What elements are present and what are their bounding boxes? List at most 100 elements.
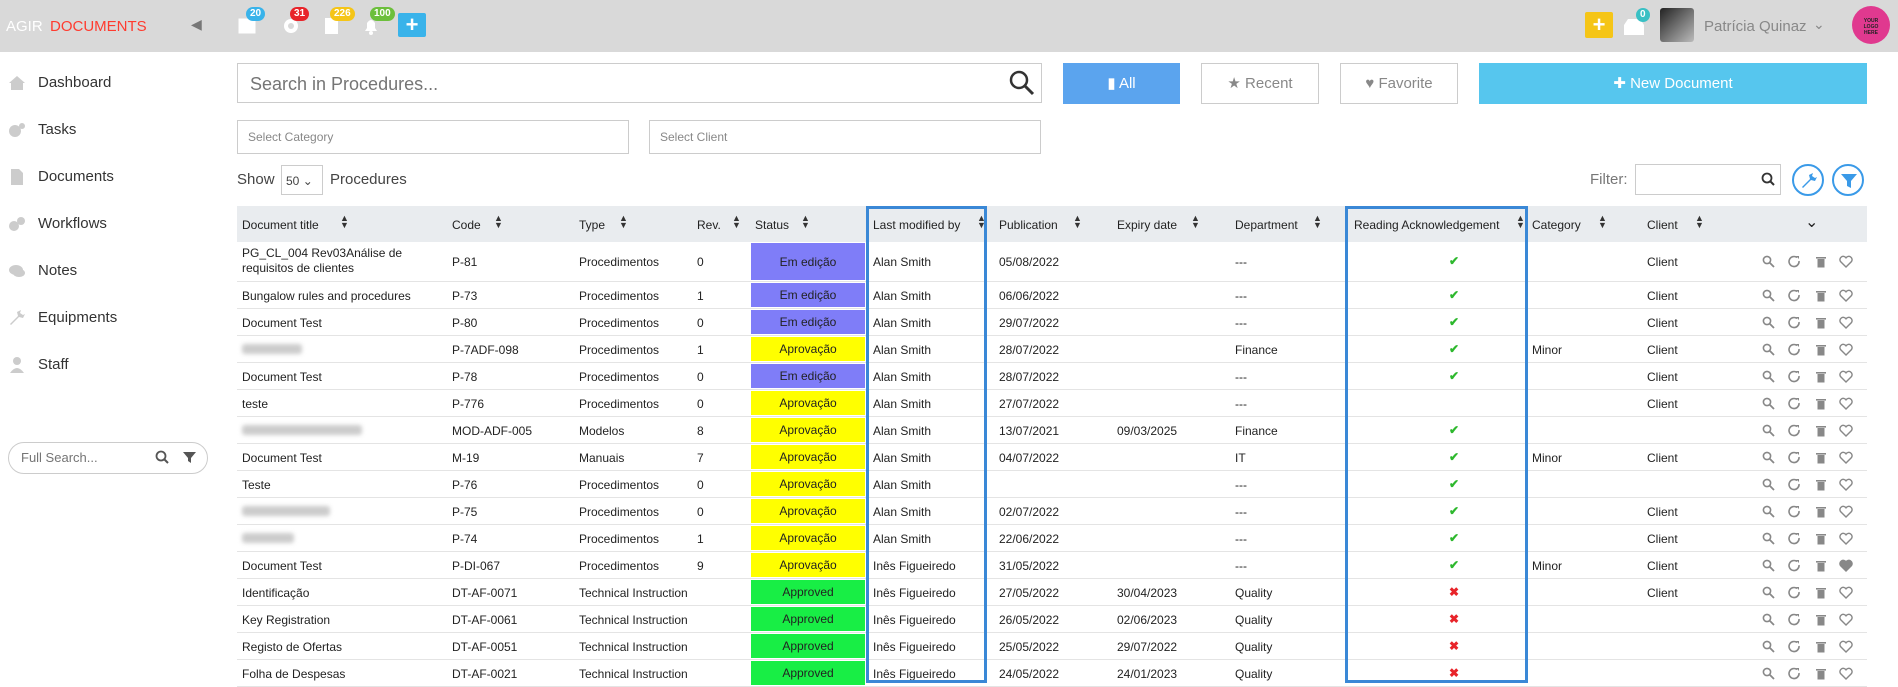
view-icon[interactable] <box>1762 289 1775 302</box>
trash-icon[interactable] <box>1815 370 1827 383</box>
table-row[interactable]: P-7ADF-098 Procedimentos 1 Alan Smith 28/07/… <box>237 336 1867 363</box>
cell-document-title[interactable]: Registo de Ofertas <box>242 640 417 655</box>
sidebar-item-documents[interactable]: Documents <box>0 162 210 192</box>
trash-icon[interactable] <box>1815 613 1827 626</box>
cell-document-title[interactable]: Document Test <box>242 316 417 331</box>
new-document-button[interactable]: ✚ New Document <box>1479 63 1867 104</box>
refresh-icon[interactable] <box>1788 532 1801 545</box>
cell-document-title[interactable] <box>242 424 417 439</box>
category-select[interactable]: Select Category <box>237 120 629 154</box>
cell-document-title[interactable]: Folha de Despesas <box>242 667 417 682</box>
refresh-icon[interactable] <box>1788 424 1801 437</box>
header-last-modified-by[interactable]: Last modified by ▲ ▼ <box>873 214 986 233</box>
table-row[interactable]: teste P-776 Procedimentos 0 Alan Smith 27/07/… <box>237 390 1867 417</box>
favorite-heart-icon[interactable] <box>1839 289 1853 302</box>
favorite-heart-icon[interactable] <box>1839 559 1853 572</box>
search-icon[interactable] <box>155 450 169 464</box>
table-row[interactable]: Bungalow rules and procedures P-73 Procedi… <box>237 282 1867 309</box>
refresh-icon[interactable] <box>1788 586 1801 599</box>
sidebar-item-notes[interactable]: Notes <box>0 256 210 286</box>
trash-icon[interactable] <box>1815 424 1827 437</box>
trash-icon[interactable] <box>1815 343 1827 356</box>
calendar-button[interactable]: 20 <box>236 7 266 36</box>
view-icon[interactable] <box>1762 478 1775 491</box>
favorite-heart-icon[interactable] <box>1839 397 1853 410</box>
favorite-heart-icon[interactable] <box>1839 640 1853 653</box>
favorite-heart-icon[interactable] <box>1839 343 1853 356</box>
refresh-icon[interactable] <box>1788 559 1801 572</box>
header-reading-acknowledgement[interactable]: Reading Acknowledgement ▲ ▼ <box>1354 214 1525 233</box>
filter-favorite-button[interactable]: ♥ Favorite <box>1340 63 1458 104</box>
cell-document-title[interactable]: Teste <box>242 478 417 493</box>
cell-document-title[interactable]: Document Test <box>242 559 417 574</box>
table-row[interactable]: Key Registration DT-AF-0061 Technical Inst… <box>237 606 1867 633</box>
view-icon[interactable] <box>1762 532 1775 545</box>
trash-icon[interactable] <box>1815 289 1827 302</box>
table-row[interactable]: PG_CL_004 Rev03Análise de requisitos de … <box>237 242 1867 282</box>
cell-document-title[interactable]: Document Test <box>242 370 417 385</box>
cell-document-title[interactable] <box>242 505 417 520</box>
refresh-icon[interactable] <box>1788 370 1801 383</box>
trash-icon[interactable] <box>1815 586 1827 599</box>
filter-icon[interactable] <box>183 451 196 464</box>
search-icon[interactable] <box>1761 172 1775 186</box>
trash-icon[interactable] <box>1815 559 1827 572</box>
trash-icon[interactable] <box>1815 255 1827 268</box>
header-department[interactable]: Department ▲ ▼ <box>1235 214 1322 233</box>
table-row[interactable]: Document Test P-78 Procedimentos 0 Alan Smit… <box>237 363 1867 390</box>
favorite-heart-icon[interactable] <box>1839 370 1853 383</box>
refresh-icon[interactable] <box>1788 478 1801 491</box>
cell-document-title[interactable]: Document Test <box>242 451 417 466</box>
trash-icon[interactable] <box>1815 505 1827 518</box>
table-row[interactable]: Document Test P-DI-067 Procedimentos 9 Inês … <box>237 552 1867 579</box>
favorite-heart-icon[interactable] <box>1839 424 1853 437</box>
cell-document-title[interactable]: Key Registration <box>242 613 417 628</box>
header-type[interactable]: Type ▲ ▼ <box>579 214 628 233</box>
create-button[interactable]: + <box>1585 12 1613 38</box>
filter-recent-button[interactable]: ★ Recent <box>1201 63 1319 104</box>
table-row[interactable]: Document Test M-19 Manuais 7 Alan Smith 04/07… <box>237 444 1867 471</box>
page-size-select[interactable]: 50 ⌄ <box>281 165 323 195</box>
sidebar-item-tasks[interactable]: Tasks <box>0 115 210 145</box>
filter-all-button[interactable]: ▮ All <box>1063 63 1180 104</box>
refresh-icon[interactable] <box>1788 255 1801 268</box>
cell-document-title[interactable]: teste <box>242 397 417 412</box>
trash-icon[interactable] <box>1815 397 1827 410</box>
collapse-sidebar-icon[interactable]: ◀ <box>191 16 202 33</box>
header-expiry-date[interactable]: Expiry date ▲ ▼ <box>1117 214 1200 233</box>
cell-document-title[interactable]: Identificação <box>242 586 417 601</box>
tools-button[interactable] <box>1792 164 1824 196</box>
quick-add-button[interactable]: + <box>398 13 426 37</box>
favorite-heart-icon[interactable] <box>1839 478 1853 491</box>
view-icon[interactable] <box>1762 255 1775 268</box>
favorite-heart-icon[interactable] <box>1839 255 1853 268</box>
search-icon[interactable] <box>1009 70 1035 96</box>
favorite-heart-icon[interactable] <box>1839 613 1853 626</box>
trash-icon[interactable] <box>1815 316 1827 329</box>
header-status[interactable]: Status ▲ ▼ <box>755 214 810 233</box>
table-row[interactable]: Teste P-76 Procedimentos 0 Alan Smith --- Apro… <box>237 471 1867 498</box>
refresh-icon[interactable] <box>1788 451 1801 464</box>
header-publication[interactable]: Publication ▲ ▼ <box>999 214 1082 233</box>
refresh-icon[interactable] <box>1788 640 1801 653</box>
header-category[interactable]: Category ▲ ▼ <box>1532 214 1607 233</box>
trash-icon[interactable] <box>1815 667 1827 680</box>
chevron-down-icon[interactable]: ⌄ <box>1813 16 1825 33</box>
column-menu-chevron-icon[interactable]: ⌄ <box>1805 212 1818 232</box>
view-icon[interactable] <box>1762 613 1775 626</box>
user-name[interactable]: Patrícia Quinaz <box>1704 18 1807 35</box>
full-search-input[interactable] <box>19 449 139 466</box>
table-row[interactable]: Document Test P-80 Procedimentos 0 Alan Smit… <box>237 309 1867 336</box>
cell-document-title[interactable]: PG_CL_004 Rev03Análise de requisitos de … <box>242 246 417 276</box>
view-icon[interactable] <box>1762 343 1775 356</box>
favorite-heart-icon[interactable] <box>1839 316 1853 329</box>
view-icon[interactable] <box>1762 370 1775 383</box>
favorite-heart-icon[interactable] <box>1839 667 1853 680</box>
trash-icon[interactable] <box>1815 478 1827 491</box>
header-document-title[interactable]: Document title ▲ ▼ <box>242 214 349 233</box>
view-icon[interactable] <box>1762 667 1775 680</box>
view-icon[interactable] <box>1762 397 1775 410</box>
documents-button[interactable]: 226 <box>320 7 355 36</box>
refresh-icon[interactable] <box>1788 343 1801 356</box>
favorite-heart-icon[interactable] <box>1839 505 1853 518</box>
